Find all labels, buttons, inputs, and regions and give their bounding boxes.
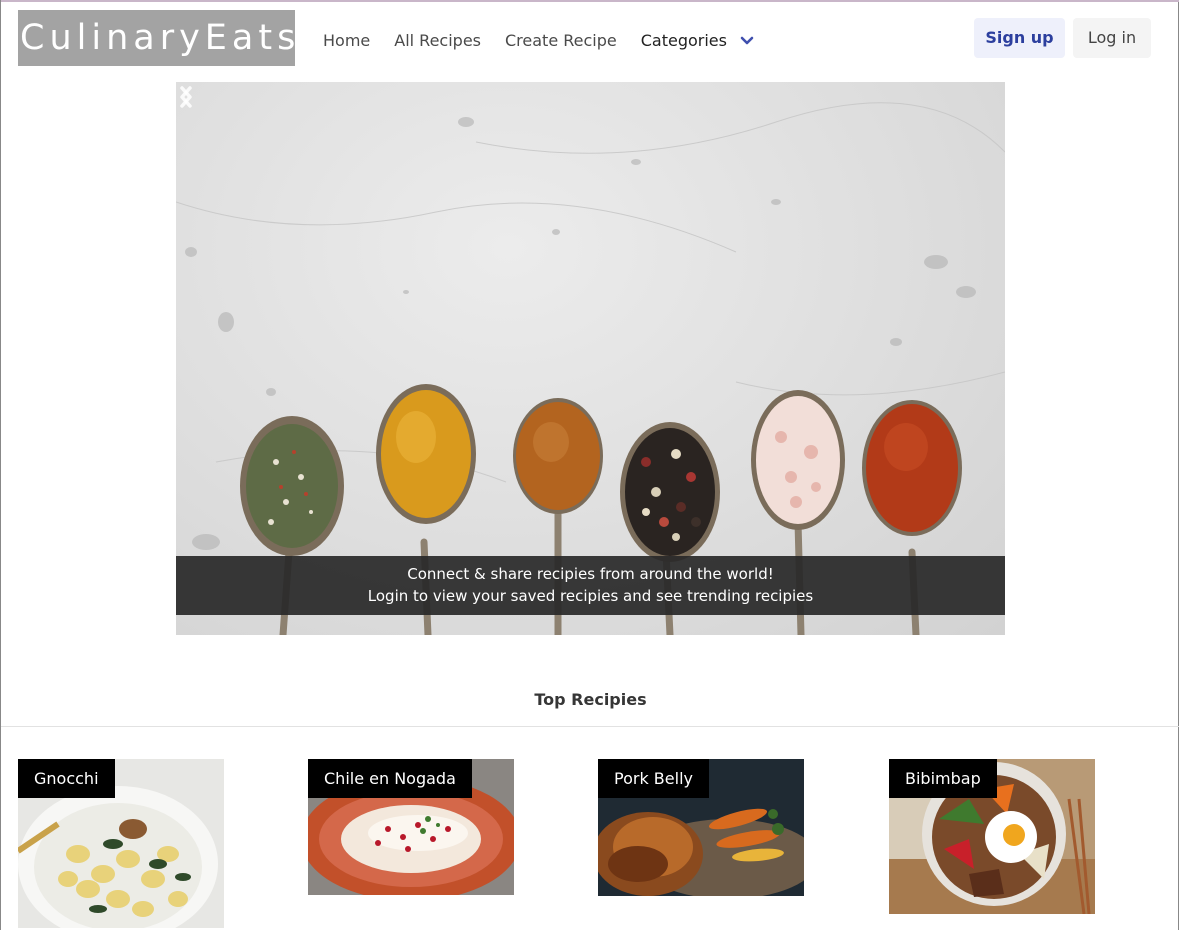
brand-logo[interactable]: CulinaryEats	[18, 10, 295, 66]
recipe-card-label: Chile en Nogada	[308, 759, 472, 798]
nav-all-recipes-link[interactable]: All Recipes	[394, 31, 481, 50]
signup-button[interactable]: Sign up	[974, 18, 1065, 58]
spices-spoons-image	[176, 102, 1005, 635]
section-divider	[1, 726, 1179, 727]
nav-categories-dropdown[interactable]: Categories	[641, 31, 754, 50]
recipe-card-bibimbap[interactable]: Bibimbap	[889, 759, 1095, 914]
recipe-card-gnocchi[interactable]: Gnocchi	[18, 759, 224, 928]
hero-carousel: Connect & share recipies from around the…	[176, 82, 1005, 635]
recipe-card-pork-belly[interactable]: Pork Belly	[598, 759, 804, 896]
nav-home-link[interactable]: Home	[323, 31, 370, 50]
recipe-card-label: Gnocchi	[18, 759, 115, 798]
top-recipes-title: Top Recipies	[534, 690, 647, 709]
recipe-card-label: Bibimbap	[889, 759, 997, 798]
caption-line-2: Login to view your saved recipies and se…	[367, 587, 814, 605]
chevron-down-icon	[740, 36, 754, 45]
login-button[interactable]: Log in	[1073, 18, 1151, 58]
navbar: CulinaryEats Home All Recipes Create Rec…	[1, 0, 1179, 80]
nav-categories-label: Categories	[640, 30, 727, 50]
caption-line-1: Connect & share recipies from around the…	[407, 565, 774, 583]
carousel-caption: Connect & share recipies from around the…	[176, 556, 1005, 615]
nav-create-recipe-link[interactable]: Create Recipe	[505, 31, 617, 50]
carousel-next-arrow-icon[interactable]	[176, 82, 196, 112]
nav-links: Home All Recipes Create Recipe Categorie…	[323, 29, 778, 51]
recipe-card-label: Pork Belly	[598, 759, 709, 798]
recipe-card-chile-en-nogada[interactable]: Chile en Nogada	[308, 759, 514, 895]
